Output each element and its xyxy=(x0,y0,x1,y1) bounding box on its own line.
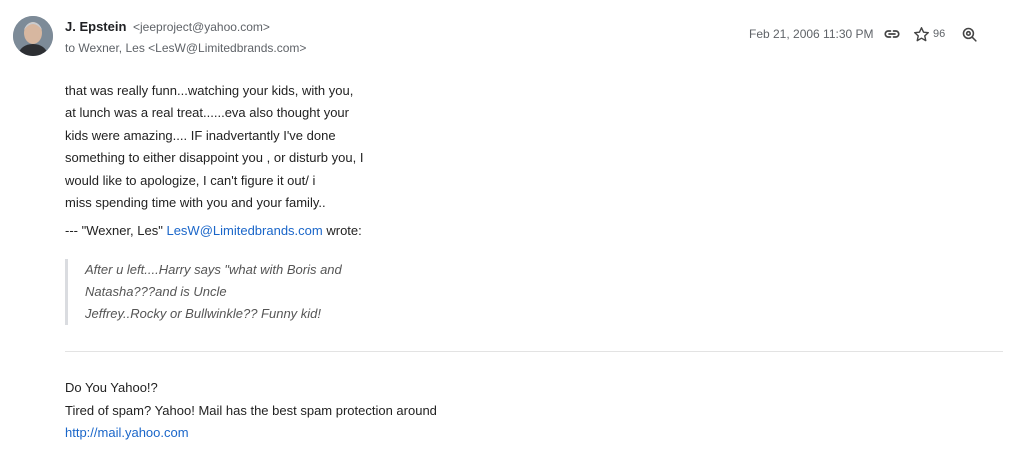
star-icon[interactable] xyxy=(911,24,931,44)
quote-attribution: --- "Wexner, Les" LesW@Limitedbrands.com… xyxy=(65,223,362,238)
quoted-message: After u left....Harry says "what with Bo… xyxy=(65,259,342,325)
zoom-icon[interactable] xyxy=(959,24,979,44)
quoted-sender-email-link[interactable]: LesW@Limitedbrands.com xyxy=(166,223,322,238)
star-count: 96 xyxy=(933,28,946,40)
message-body: that was really funn...watching your kid… xyxy=(65,80,363,214)
message-footer: Do You Yahoo!? Tired of spam? Yahoo! Mai… xyxy=(65,377,437,445)
quoted-line: Natasha???and is Uncle xyxy=(85,284,227,299)
link-icon[interactable] xyxy=(882,24,902,44)
footer-line: Tired of spam? Yahoo! Mail has the best … xyxy=(65,402,437,418)
body-line: miss spending time with you and your fam… xyxy=(65,195,326,211)
footer-divider xyxy=(65,351,1003,352)
body-line: that was really funn...watching your kid… xyxy=(65,83,354,98)
footer-line: Do You Yahoo!? xyxy=(65,380,158,395)
recipients-line: to Wexner, Les <LesW@Limitedbrands.com> xyxy=(65,41,307,55)
sender-name: J. Epstein xyxy=(65,19,127,34)
body-line: kids were amazing.... IF inadvertantly I… xyxy=(65,127,336,143)
body-line: something to either disappoint you , or … xyxy=(65,150,364,166)
sender-avatar[interactable] xyxy=(13,16,53,56)
body-line: at lunch was a real treat......eva also … xyxy=(65,105,349,121)
footer-link[interactable]: http://mail.yahoo.com xyxy=(65,422,437,445)
quote-attribution-suffix: wrote: xyxy=(322,223,362,238)
sender-email: <jeeproject@yahoo.com> xyxy=(133,20,270,34)
quoted-line: Jeffrey..Rocky or Bullwinkle?? Funny kid… xyxy=(85,306,322,321)
quote-attribution-prefix: --- "Wexner, Les" xyxy=(65,223,167,238)
message-timestamp: Feb 21, 2006 11:30 PM xyxy=(749,27,874,41)
quoted-line: After u left....Harry says "what with Bo… xyxy=(85,262,342,277)
avatar-photo xyxy=(13,16,53,56)
body-line: would like to apologize, I can't figure … xyxy=(65,172,316,188)
